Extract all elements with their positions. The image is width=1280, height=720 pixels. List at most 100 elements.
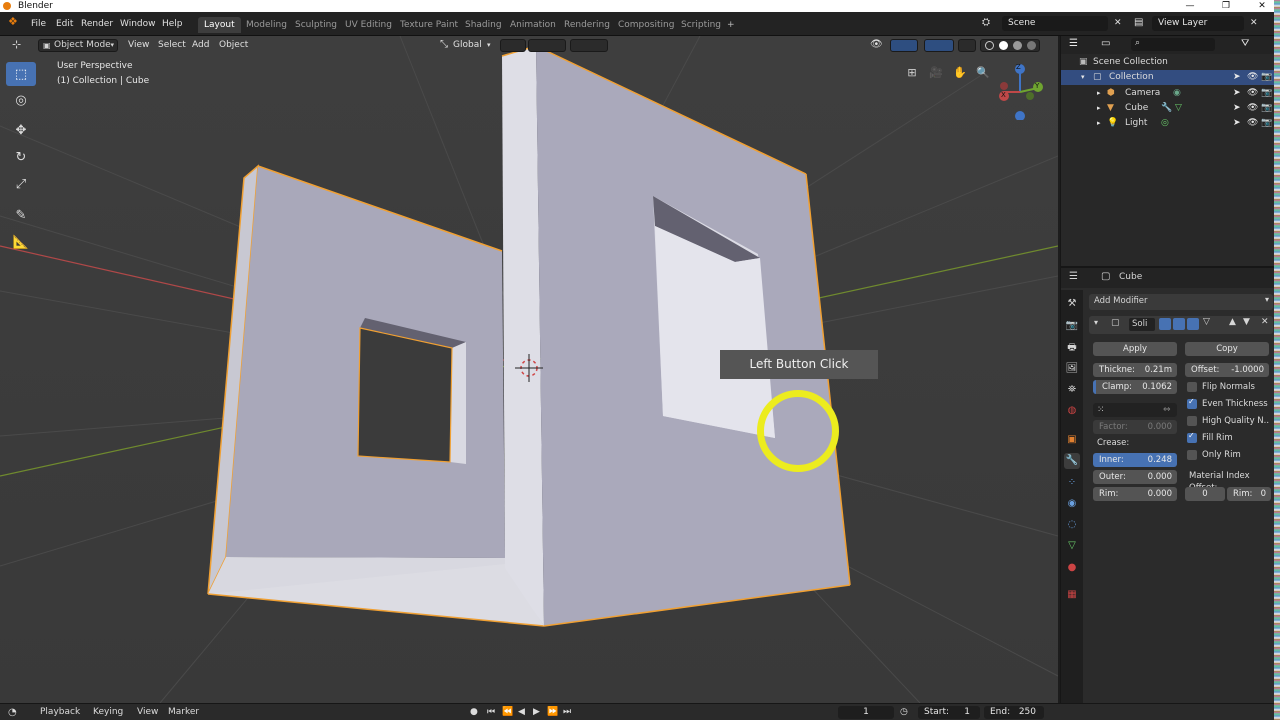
axis-gizmo[interactable] — [994, 60, 1050, 121]
gizmo-toggle-button[interactable] — [890, 39, 918, 52]
apply-button[interactable]: Apply — [1093, 342, 1177, 356]
material-tab-icon[interactable]: ● — [1064, 560, 1080, 576]
next-keyframe-icon[interactable]: ⏩ — [547, 706, 558, 719]
cursor-tool-icon[interactable]: ◎ — [6, 88, 36, 112]
output-tab-icon[interactable]: 🖶 — [1064, 340, 1080, 356]
vertex-group-field[interactable]: ⁙ ⇔ — [1093, 403, 1177, 417]
expand-arrow-icon[interactable]: ▸ — [1097, 116, 1101, 131]
play-reverse-icon[interactable]: ◀ — [518, 706, 525, 719]
rendered-shading-icon[interactable] — [1027, 41, 1036, 50]
expand-arrow-icon[interactable]: ▸ — [1097, 86, 1101, 101]
camera-icon[interactable]: 🎥 — [926, 62, 946, 82]
shading-mode-buttons[interactable] — [980, 39, 1040, 52]
jump-start-icon[interactable]: ⏮ — [487, 706, 495, 719]
fill-rim-checkbox[interactable] — [1187, 431, 1197, 443]
particles-tab-icon[interactable]: ⁘ — [1064, 475, 1080, 491]
xray-toggle-button[interactable] — [958, 39, 976, 52]
scale-tool-icon[interactable]: ⤢ — [6, 172, 36, 196]
tool-tab-icon[interactable]: ⚒ — [1064, 296, 1080, 312]
navigation-gizmo[interactable]: Z Y X — [994, 60, 1050, 121]
timeline-menu-marker[interactable]: Marker — [168, 706, 199, 719]
viewport-menu-object[interactable]: Object — [215, 38, 252, 52]
object-tab-icon[interactable]: ▣ — [1064, 432, 1080, 448]
outliner-search-input[interactable]: ⌕ — [1131, 38, 1215, 51]
material-offset-field[interactable]: 0 — [1185, 487, 1225, 501]
scene-selector[interactable]: Scene — [1002, 16, 1108, 31]
data-tab-icon[interactable]: ▽ — [1064, 538, 1080, 554]
clamp-field[interactable]: Clamp: 0.1062 — [1093, 380, 1177, 394]
collapse-arrow-icon[interactable]: ▾ — [1094, 318, 1098, 327]
remove-modifier-icon[interactable]: ✕ — [1261, 317, 1269, 327]
copy-button[interactable]: Copy — [1185, 342, 1269, 356]
tab-scripting[interactable]: Scripting — [675, 17, 727, 33]
camera-render-icon[interactable]: 📷 — [1261, 116, 1272, 131]
toggle-camera-view-icon[interactable]: ⊞ — [902, 62, 922, 82]
annotate-tool-icon[interactable]: ✎ — [6, 203, 36, 227]
crease-rim-field[interactable]: Rim: 0.000 — [1093, 487, 1177, 501]
orientation-dropdown[interactable]: Global — [449, 38, 486, 52]
display-mode-icon[interactable]: ▭ — [1101, 38, 1110, 49]
tab-modeling[interactable]: Modeling — [240, 17, 293, 33]
editor-type-icon[interactable]: ⊹ — [8, 38, 25, 52]
menu-window[interactable]: Window — [120, 17, 156, 31]
camera-render-icon[interactable]: 📷 — [1261, 70, 1272, 85]
crease-outer-field[interactable]: Outer: 0.000 — [1093, 470, 1177, 484]
minimize-button[interactable]: — — [1172, 0, 1208, 12]
viewport-menu-add[interactable]: Add — [188, 38, 213, 52]
add-modifier-dropdown[interactable]: Add Modifier ▾ — [1089, 294, 1273, 310]
blender-menu-icon[interactable]: ❖ — [8, 15, 18, 29]
eye-icon[interactable]: 👁 — [1247, 116, 1258, 131]
select-box-tool-icon[interactable]: ⬚ — [6, 62, 36, 86]
tab-uv-editing[interactable]: UV Editing — [339, 17, 398, 33]
outliner-item-camera[interactable]: ▸ ⬢ Camera ◉ ➤ 👁 📷 — [1061, 86, 1275, 101]
render-tab-icon[interactable]: 📷 — [1064, 318, 1080, 334]
select-toggle-icon[interactable]: ➤ — [1233, 86, 1241, 101]
select-toggle-icon[interactable]: ➤ — [1233, 101, 1241, 116]
select-toggle-icon[interactable]: ➤ — [1233, 70, 1241, 85]
clock-icon[interactable]: ◷ — [900, 706, 908, 719]
eye-icon[interactable]: 👁 — [1247, 70, 1258, 85]
timeline-menu-playback[interactable]: Playback — [40, 706, 80, 719]
material-shading-icon[interactable] — [1013, 41, 1022, 50]
camera-render-icon[interactable]: 📷 — [1261, 86, 1272, 101]
eye-icon[interactable]: 👁 — [1247, 101, 1258, 116]
select-toggle-icon[interactable]: ➤ — [1233, 116, 1241, 131]
expand-arrow-icon[interactable]: ▸ — [1097, 101, 1101, 116]
overlay-toggle-button[interactable] — [924, 39, 954, 52]
record-icon[interactable]: ● — [470, 706, 478, 719]
tab-sculpting[interactable]: Sculpting — [289, 17, 343, 33]
snap-button[interactable] — [528, 39, 566, 52]
tab-texture-paint[interactable]: Texture Paint — [394, 17, 464, 33]
only-rim-checkbox[interactable] — [1187, 450, 1197, 460]
cage-toggle-icon[interactable]: ▽ — [1203, 317, 1210, 327]
object-mode-dropdown[interactable]: ▣ Object Mode ▾ — [38, 39, 118, 52]
jump-end-icon[interactable]: ⏭ — [563, 706, 571, 719]
solid-shading-icon[interactable] — [999, 41, 1008, 50]
tab-compositing[interactable]: Compositing — [612, 17, 680, 33]
scene-close-icon[interactable]: ✕ — [1114, 16, 1122, 30]
filter-icon[interactable]: ⛛ — [1241, 38, 1249, 49]
menu-help[interactable]: Help — [162, 17, 183, 31]
high-quality-normals-checkbox[interactable] — [1187, 416, 1197, 426]
editor-type-icon[interactable]: ☰ — [1069, 271, 1078, 282]
end-frame-field[interactable]: End: 250 — [984, 706, 1044, 719]
editmode-toggle-icon[interactable] — [1159, 318, 1171, 330]
add-workspace-button[interactable]: + — [721, 17, 741, 33]
rotate-tool-icon[interactable]: ↻ — [6, 145, 36, 169]
visibility-icon[interactable]: 👁 — [866, 38, 887, 52]
view-layer-tab-icon[interactable]: 🖼 — [1064, 361, 1080, 377]
thickness-field[interactable]: Thickne: 0.21m — [1093, 363, 1177, 377]
move-up-icon[interactable]: ▲ — [1229, 317, 1236, 327]
pan-hand-icon[interactable]: ✋ — [950, 62, 970, 82]
menu-edit[interactable]: Edit — [56, 17, 73, 31]
menu-render[interactable]: Render — [81, 17, 113, 31]
tab-rendering[interactable]: Rendering — [558, 17, 616, 33]
viewport-toggle-icon[interactable] — [1173, 318, 1185, 330]
eye-icon[interactable]: 👁 — [1247, 86, 1258, 101]
modifier-name-field[interactable]: Soli — [1129, 318, 1155, 331]
viewport-menu-view[interactable]: View — [124, 38, 153, 52]
render-toggle-icon[interactable] — [1187, 318, 1199, 330]
move-tool-icon[interactable]: ✥ — [6, 118, 36, 142]
wireframe-shading-icon[interactable] — [985, 41, 994, 50]
editor-type-icon[interactable]: ◔ — [8, 706, 17, 719]
